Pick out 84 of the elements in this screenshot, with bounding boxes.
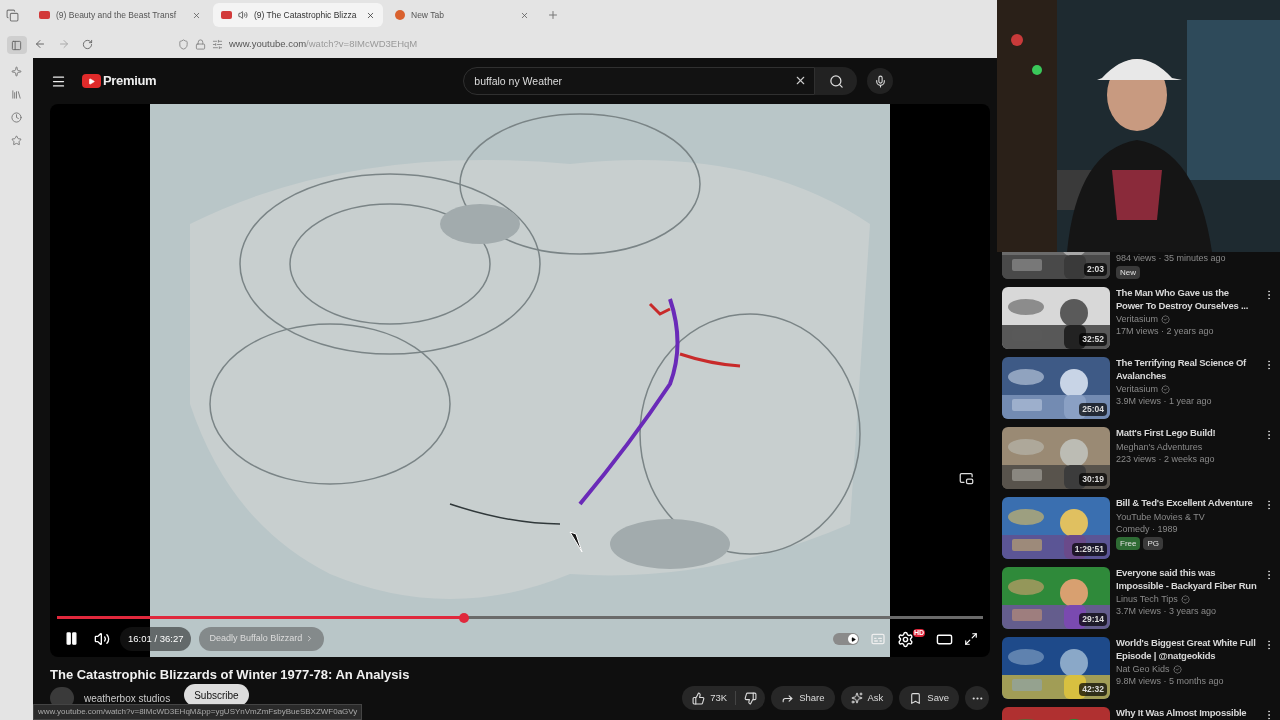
sparkle-icon[interactable] bbox=[11, 66, 22, 77]
thumbs-up-icon bbox=[692, 691, 706, 705]
sidebar-icon bbox=[11, 39, 22, 51]
youtube-logo-icon bbox=[221, 11, 232, 19]
subscribe-button[interactable]: Subscribe bbox=[184, 684, 249, 706]
channel-name[interactable]: Meghan's Adventures bbox=[1116, 441, 1203, 453]
video-title[interactable]: Bill & Ted's Excellent Adventure bbox=[1116, 497, 1257, 510]
youtube-logo-icon[interactable] bbox=[82, 74, 101, 88]
video-title[interactable]: Why It Was Almost Impossible bbox=[1116, 707, 1257, 720]
library-icon[interactable] bbox=[11, 89, 22, 100]
logo-text: Premium bbox=[103, 72, 157, 91]
link-preview-tooltip: www.youtube.com/watch?v=8IMcWD3EHqM&pp=ygUSYnVmZmFsbyBueSBXZWF0aGVy bbox=[33, 704, 363, 720]
close-icon[interactable] bbox=[366, 10, 375, 20]
new-tab-icon[interactable] bbox=[547, 9, 559, 21]
channel-name[interactable]: Linus Tech Tips bbox=[1116, 594, 1178, 605]
channel-name[interactable]: Nat Geo Kids bbox=[1116, 664, 1170, 675]
channel-name[interactable]: YouTube Movies & TV bbox=[1116, 511, 1205, 523]
browser-tab[interactable]: New Tab bbox=[387, 3, 537, 27]
bookmark-icon[interactable] bbox=[11, 135, 22, 146]
ask-button[interactable]: Ask bbox=[840, 686, 894, 710]
menu-icon[interactable] bbox=[51, 73, 66, 89]
autoplay-toggle[interactable] bbox=[833, 633, 859, 645]
video-meta: 3.9M views · 1 year ago bbox=[1116, 395, 1213, 407]
channel-name[interactable]: weatherbox studios bbox=[84, 690, 171, 706]
video-meta: Comedy · 1989 bbox=[1116, 522, 1179, 535]
scrubber-handle[interactable] bbox=[459, 612, 470, 623]
tab-overview-icon[interactable] bbox=[6, 8, 19, 22]
browser-logo-icon bbox=[395, 10, 405, 20]
video-meta: 17M views · 2 years ago bbox=[1116, 325, 1215, 337]
thumbs-down-icon bbox=[744, 691, 758, 705]
duration-badge: 1:29:51 bbox=[1071, 543, 1107, 556]
sparkle-icon bbox=[850, 692, 863, 704]
duration-badge: 42:32 bbox=[1079, 683, 1107, 696]
speaker-icon[interactable] bbox=[238, 10, 248, 20]
browser-tab[interactable]: (9) The Catastrophic Blizza bbox=[213, 3, 383, 27]
video-meta: 984 views · 35 minutes ago bbox=[1116, 252, 1227, 264]
duration-badge: 32:52 bbox=[1079, 333, 1107, 346]
time-display: 16:01 / 36:27 bbox=[120, 626, 192, 651]
sidebar-toggle[interactable] bbox=[6, 36, 27, 54]
duration-badge: 30:19 bbox=[1079, 473, 1107, 486]
video-meta: 3.7M views · 3 years ago bbox=[1116, 605, 1218, 617]
duration-badge: 25:04 bbox=[1079, 403, 1107, 416]
duration-badge: 2:03 bbox=[1084, 263, 1107, 276]
more-button[interactable] bbox=[965, 686, 989, 710]
sliders-icon[interactable] bbox=[212, 38, 223, 50]
tab-title: (9) Beauty and the Beast Transf bbox=[56, 8, 177, 22]
close-icon[interactable] bbox=[520, 10, 529, 20]
youtube-logo-icon bbox=[39, 11, 50, 19]
save-button[interactable]: Save bbox=[899, 686, 959, 710]
video-badge: New bbox=[1116, 266, 1140, 279]
channel-name[interactable]: Veritasium bbox=[1116, 384, 1159, 395]
video-badge: PG bbox=[1143, 536, 1163, 550]
browser-tab[interactable]: (9) Beauty and the Beast Transf bbox=[31, 3, 209, 27]
bookmark-icon bbox=[909, 691, 923, 705]
channel-name[interactable]: Veritasium bbox=[1116, 314, 1159, 325]
video-title[interactable]: Everyone said this was Impossible - Backyard Fiber Run bbox=[1116, 567, 1257, 592]
pause-icon bbox=[63, 631, 79, 647]
video-meta: 223 views · 2 weeks ago bbox=[1116, 452, 1216, 465]
share-button[interactable]: Share bbox=[771, 686, 835, 710]
video-heading: The Catastrophic Blizzards of Winter 1977-78: An Analysis bbox=[50, 667, 411, 683]
back-icon[interactable] bbox=[34, 38, 46, 50]
miniplayer-icon[interactable] bbox=[959, 471, 974, 486]
address-text[interactable]: www.youtube.com/watch?v=8IMcWD3EHqM bbox=[229, 36, 418, 52]
video-title[interactable]: Matt's First Lego Build! bbox=[1116, 427, 1257, 440]
video-meta: 9.8M views · 5 months ago bbox=[1116, 675, 1225, 687]
settings-icon bbox=[897, 630, 914, 648]
video-title[interactable]: The Terrifying Real Science Of Avalanches bbox=[1116, 357, 1257, 382]
search-icon bbox=[828, 73, 844, 89]
tab-title: New Tab bbox=[411, 8, 445, 22]
search-button[interactable] bbox=[815, 67, 858, 95]
search-field[interactable]: buffalo ny Weather bbox=[463, 67, 816, 95]
reload-icon[interactable] bbox=[82, 38, 93, 50]
video-title[interactable]: The Man Who Gave us the Power To Destroy Ourselves ... bbox=[1116, 287, 1257, 312]
volume-icon[interactable] bbox=[94, 630, 110, 647]
video-badge: Free bbox=[1116, 536, 1141, 550]
close-icon[interactable] bbox=[192, 10, 201, 20]
fullscreen-icon[interactable] bbox=[964, 632, 978, 646]
play-icon bbox=[850, 636, 856, 642]
voice-search-button[interactable] bbox=[867, 68, 894, 94]
video-title[interactable]: World's Biggest Great White Full Episode | @natgeokids bbox=[1116, 637, 1257, 662]
history-icon[interactable] bbox=[11, 112, 22, 123]
microphone-icon bbox=[873, 74, 887, 88]
duration-badge: 29:14 bbox=[1079, 613, 1107, 626]
tab-title: (9) The Catastrophic Blizza bbox=[254, 8, 358, 22]
